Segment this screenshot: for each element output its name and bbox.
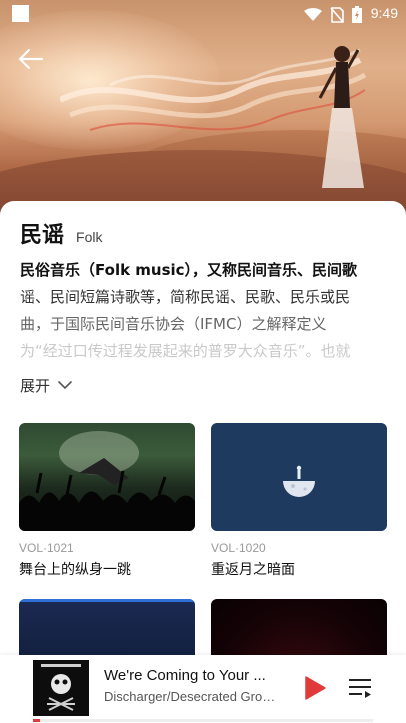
now-playing-title: We're Coming to Your ... — [104, 667, 266, 684]
chevron-down-icon — [58, 381, 72, 390]
album-name: 舞台上的纵身一跳 — [19, 562, 131, 578]
album-cover — [19, 423, 195, 531]
status-time: 9:49 — [370, 5, 398, 21]
wifi-icon — [304, 7, 322, 21]
now-playing-artwork[interactable] — [33, 660, 89, 716]
description-line: 谣、民间短篇诗歌等，简称民谣、民歌、民乐或民 — [20, 288, 351, 306]
play-icon[interactable] — [303, 675, 327, 701]
no-sim-icon — [330, 6, 344, 23]
genre-header: 民谣 Folk — [20, 217, 102, 249]
album-card[interactable]: VOL·1020 重返月之暗面 — [211, 423, 387, 579]
expand-label: 展开 — [20, 377, 51, 395]
genre-title-en: Folk — [76, 229, 103, 245]
playback-progress-fill — [33, 719, 40, 722]
back-arrow-icon[interactable] — [18, 48, 44, 70]
mini-player[interactable]: We're Coming to Your ... Discharger/Dese… — [0, 655, 406, 723]
genre-description: 民俗音乐（Folk music），又称民间音乐、民间歌 谣、民间短篇诗歌等，简称… — [20, 257, 386, 359]
now-playing-artist: Discharger/Desecrated Grou... — [104, 689, 280, 704]
genre-title-zh: 民谣 — [20, 223, 65, 248]
battery-icon — [352, 6, 362, 23]
album-vol: VOL·1020 — [211, 541, 266, 555]
playlist-icon[interactable] — [348, 677, 372, 699]
notification-square-icon — [12, 5, 29, 22]
description-line: 曲，于国际民间音乐协会（IFMC）之解释定义 — [20, 315, 327, 333]
album-card[interactable]: VOL·1021 舞台上的纵身一跳 — [19, 423, 195, 579]
hero-woman-figure — [318, 46, 364, 188]
genre-detail-card: 民谣 Folk 民俗音乐（Folk music），又称民间音乐、民间歌 谣、民间… — [0, 201, 406, 707]
hero-banner-image — [0, 0, 406, 222]
playback-progress-bar[interactable] — [33, 719, 373, 722]
expand-button[interactable]: 展开 — [20, 375, 72, 396]
description-line: 为“经过口传过程发展起来的普罗大众音乐”。也就 — [20, 342, 351, 359]
album-cover — [211, 423, 387, 531]
album-name: 重返月之暗面 — [211, 562, 295, 578]
status-bar: 9:49 — [0, 0, 406, 28]
description-line: 民俗音乐（Folk music），又称民间音乐、民间歌 — [20, 261, 358, 279]
album-vol: VOL·1021 — [19, 541, 74, 555]
